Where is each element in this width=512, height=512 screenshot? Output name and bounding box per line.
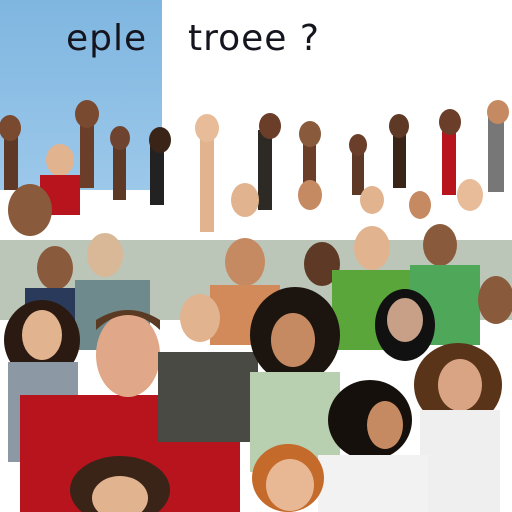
raised-hand: [75, 100, 99, 188]
person-woman-curly-hair: [250, 287, 340, 472]
back-row-people: [8, 144, 483, 236]
raised-hand: [389, 114, 409, 188]
raised-hand: [439, 109, 461, 195]
caption-right-text: troee ?: [188, 18, 320, 59]
raised-hand: [258, 113, 281, 210]
crowd-illustration: [0, 100, 512, 512]
raised-hand: [195, 114, 219, 232]
person-child-bottom: [252, 444, 324, 512]
caption: eple troee ?: [0, 14, 512, 64]
person-woman-dark-hair: [375, 289, 435, 361]
caption-left-text: eple: [66, 18, 148, 59]
raised-hand: [487, 100, 509, 192]
raised-hand: [110, 126, 130, 200]
raised-hand: [0, 115, 21, 190]
raised-hand: [349, 134, 367, 195]
raised-hand: [149, 127, 171, 205]
